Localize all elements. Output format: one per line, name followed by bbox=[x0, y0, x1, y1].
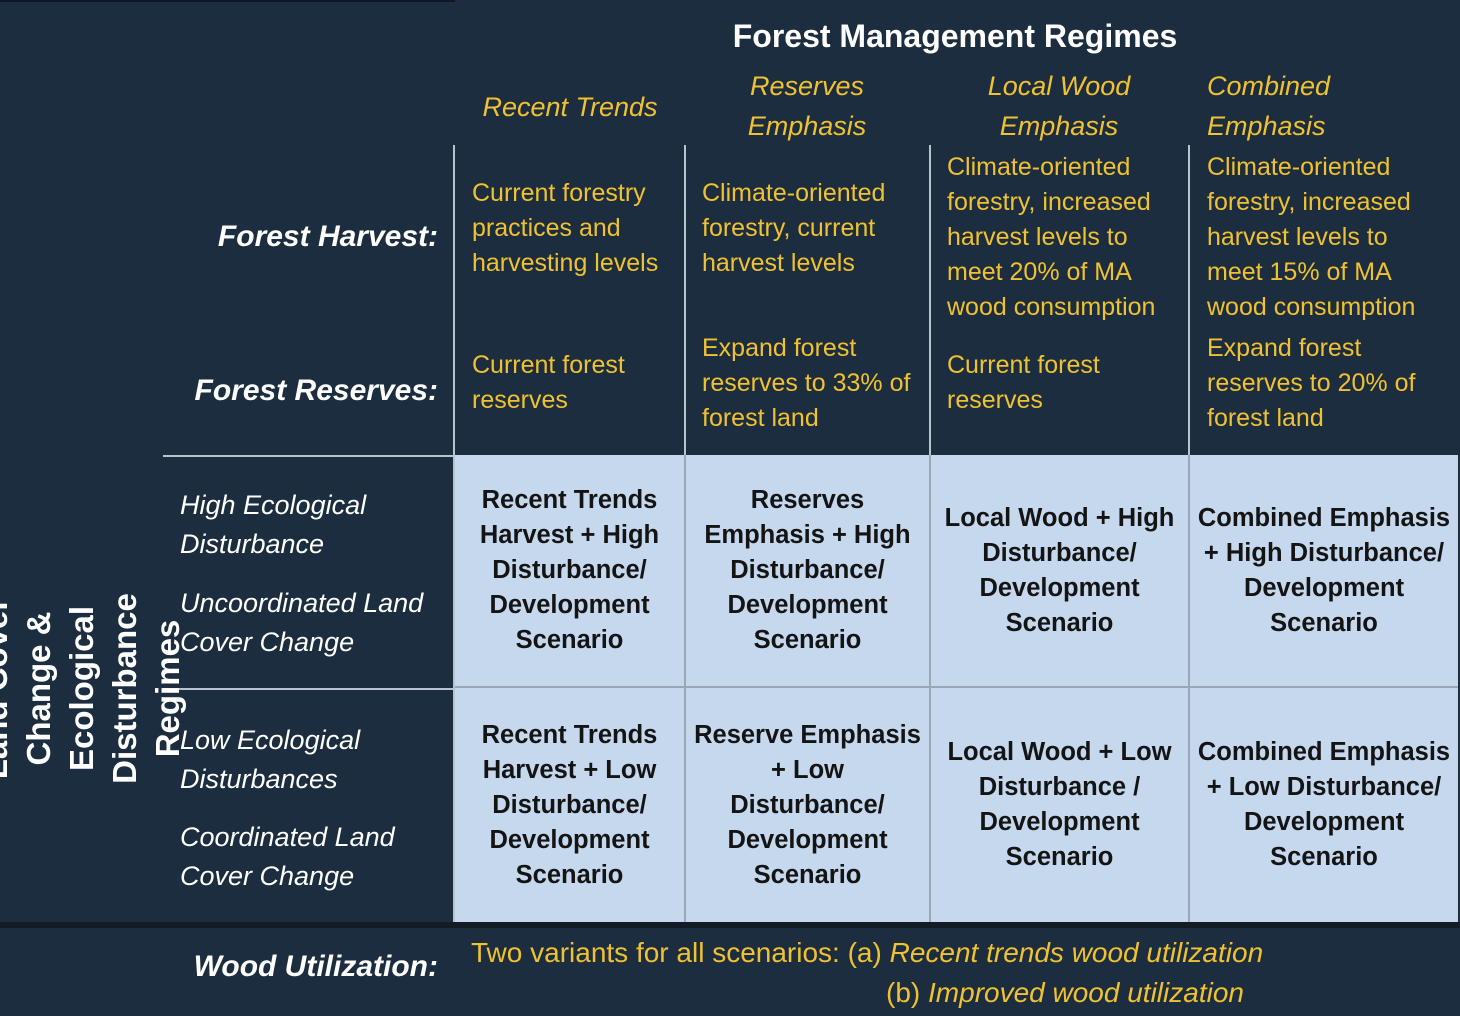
column-divider bbox=[684, 145, 686, 455]
reserves-combined: Expand forest reserves to 20% of forest … bbox=[1207, 334, 1416, 432]
regime-header-combined-emphasis: Combined Emphasis bbox=[1207, 71, 1331, 141]
scenario-cell: Recent Trends Harvest + Low Disturbance/… bbox=[455, 688, 686, 922]
wood-utilization-line-b: (b) Improved wood utilization bbox=[886, 975, 1244, 1011]
variant-a: Recent trends wood utilization bbox=[889, 937, 1264, 968]
bottom-separator bbox=[0, 922, 1460, 928]
regime-header-recent-trends: Recent Trends bbox=[482, 92, 658, 122]
scenario-cell: Combined Emphasis + Low Disturbance/ Dev… bbox=[1197, 738, 1451, 871]
scenario-cell: Reserves Emphasis + High Disturbance/ De… bbox=[686, 455, 931, 688]
harvest-combined: Climate-oriented forestry, increased har… bbox=[1207, 153, 1416, 321]
scenario-cell: Local Wood + High Disturbance/ Developme… bbox=[931, 455, 1190, 688]
scenario-cell: Local Wood + Low Disturbance / Developme… bbox=[931, 688, 1190, 922]
variant-b-marker: (b) bbox=[886, 977, 921, 1008]
row-divider bbox=[163, 455, 455, 457]
wood-utilization-line-a: Two variants for all scenarios: (a) Rece… bbox=[471, 935, 1263, 971]
row-divider bbox=[163, 688, 455, 690]
scenario-cell: Combined Emphasis + High Disturbance/ De… bbox=[1190, 455, 1458, 688]
column-divider bbox=[1188, 145, 1190, 455]
side-label-container: Land Cover Change & Ecological Disturban… bbox=[0, 455, 186, 922]
forest-reserves-label: Forest Reserves: bbox=[194, 374, 438, 407]
side-label: Land Cover Change & Ecological Disturban… bbox=[0, 593, 186, 784]
regime-header-local-wood-emphasis: Local Wood Emphasis bbox=[987, 71, 1131, 141]
harvest-recent-trends: Current forestry practices and harvestin… bbox=[472, 179, 659, 277]
reserves-recent-trends: Current forest reserves bbox=[472, 351, 625, 414]
forest-harvest-label: Forest Harvest: bbox=[217, 220, 438, 253]
coordinated-land-cover-label: Coordinated Land Cover Change bbox=[180, 822, 395, 891]
top-edge-line bbox=[0, 0, 455, 2]
reserves-local-wood: Current forest reserves bbox=[947, 351, 1100, 414]
column-divider bbox=[929, 145, 931, 455]
scenario-cell: Recent Trends Harvest + High Disturbance… bbox=[455, 455, 686, 688]
uncoordinated-land-cover-label: Uncoordinated Land Cover Change bbox=[180, 588, 424, 657]
harvest-reserves-emphasis: Climate-oriented forestry, current harve… bbox=[702, 179, 886, 277]
wood-utilization-label: Wood Utilization: bbox=[193, 950, 438, 983]
page-title: Forest Management Regimes bbox=[732, 18, 1178, 54]
variant-b: Improved wood utilization bbox=[928, 977, 1244, 1008]
low-disturbance-label: Low Ecological Disturbances bbox=[180, 725, 361, 794]
reserves-reserves-emphasis: Expand forest reserves to 33% of forest … bbox=[702, 334, 911, 432]
regime-header-reserves-emphasis: Reserves Emphasis bbox=[747, 71, 867, 141]
scenario-cell: Reserve Emphasis + Low Disturbance/ Deve… bbox=[686, 688, 931, 922]
column-divider bbox=[453, 145, 455, 455]
harvest-local-wood: Climate-oriented forestry, increased har… bbox=[947, 153, 1156, 321]
wood-utilization-intro: Two variants for all scenarios: (a) bbox=[471, 937, 882, 968]
high-disturbance-label: High Ecological Disturbance bbox=[180, 490, 367, 559]
scenario-grid: Recent Trends Harvest + High Disturbance… bbox=[455, 455, 1458, 922]
